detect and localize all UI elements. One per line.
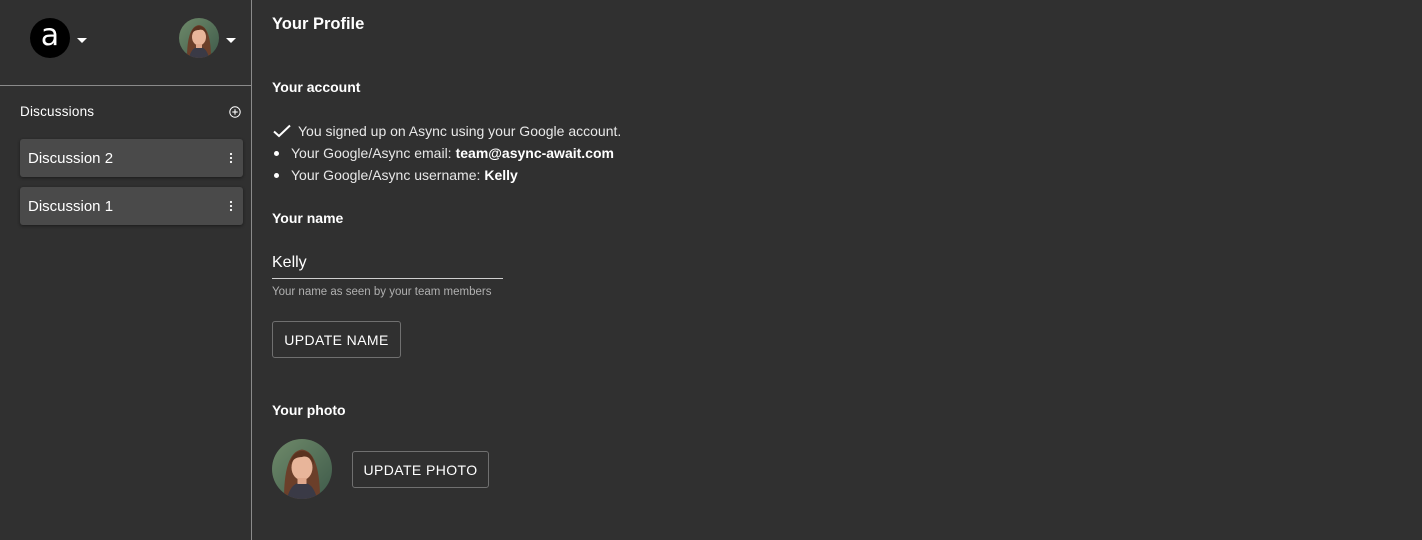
email-line: Your Google/Async email: team@async-awai… xyxy=(272,142,621,164)
avatar-photo-icon xyxy=(179,18,219,58)
bullet-icon xyxy=(274,172,279,178)
avatar-photo-icon xyxy=(272,439,332,499)
discussion-item[interactable]: Discussion 2 xyxy=(20,139,243,177)
username-label: Your Google/Async username: xyxy=(291,167,481,183)
sidebar: a Discussions Discussion 2 Discussion 1 xyxy=(0,0,252,540)
user-avatar[interactable] xyxy=(179,18,219,58)
app-logo[interactable]: a xyxy=(30,18,70,58)
signup-text: You signed up on Async using your Google… xyxy=(298,123,622,139)
app-root: a Discussions Discussion 2 Discussion 1 … xyxy=(0,0,1422,540)
page-title: Your Profile xyxy=(272,15,365,33)
discussions-header: Discussions xyxy=(20,104,241,119)
username-value: Kelly xyxy=(484,167,518,183)
more-vert-icon[interactable] xyxy=(229,152,233,164)
profile-photo xyxy=(272,439,332,499)
email-label: Your Google/Async email: xyxy=(291,145,452,161)
update-name-button[interactable]: UPDATE NAME xyxy=(272,321,401,358)
name-helper-text: Your name as seen by your team members xyxy=(272,286,492,298)
check-icon xyxy=(273,124,291,138)
bullet-icon xyxy=(274,150,279,156)
profile-page: Your Profile Your account You signed up … xyxy=(252,0,1422,540)
username-line: Your Google/Async username: Kelly xyxy=(272,164,621,186)
name-input[interactable]: Kelly xyxy=(272,245,503,279)
sidebar-header: a xyxy=(0,0,252,86)
add-discussion-icon[interactable] xyxy=(229,105,241,118)
logo-menu-caret-icon[interactable] xyxy=(77,38,87,43)
account-info: You signed up on Async using your Google… xyxy=(272,120,621,186)
discussion-item-label: Discussion 1 xyxy=(28,197,114,215)
email-value: team@async-await.com xyxy=(455,145,614,161)
discussions-title: Discussions xyxy=(20,104,95,119)
discussion-item-label: Discussion 2 xyxy=(28,149,114,167)
user-menu-caret-icon[interactable] xyxy=(226,38,236,43)
discussion-list: Discussion 2 Discussion 1 xyxy=(20,139,243,235)
update-photo-button[interactable]: UPDATE PHOTO xyxy=(352,451,489,488)
photo-section-title: Your photo xyxy=(272,402,346,418)
signup-line: You signed up on Async using your Google… xyxy=(272,120,621,142)
more-vert-icon[interactable] xyxy=(229,200,233,212)
account-section-title: Your account xyxy=(272,79,361,95)
discussion-item[interactable]: Discussion 1 xyxy=(20,187,243,225)
name-section-title: Your name xyxy=(272,210,344,226)
